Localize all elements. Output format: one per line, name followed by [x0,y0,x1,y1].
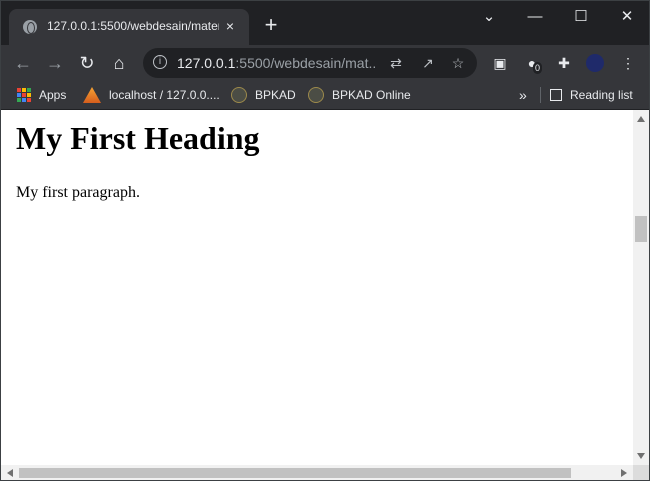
reading-list-label: Reading list [570,88,633,102]
scroll-up-arrow-icon[interactable] [637,116,645,122]
url-host: 127.0.0.1 [177,55,236,71]
address-bar[interactable]: i 127.0.0.1:5500/webdesain/mat... ⇄ ↗ ☆ [143,48,477,78]
xampp-icon [83,87,101,103]
share-icon[interactable]: ↗ [419,54,437,72]
bookmark-localhost[interactable]: localhost / 127.0.0.... [83,81,220,109]
close-tab-icon[interactable]: × [221,17,239,35]
menu-kebab-icon[interactable]: ⋮ [619,54,637,72]
globe-icon [23,20,37,34]
profile-avatar[interactable] [586,54,604,72]
bookmark-localhost-label: localhost / 127.0.0.... [109,88,220,102]
forward-button[interactable]: → [43,51,67,75]
reading-list-button[interactable]: Reading list [550,81,633,109]
close-window-button[interactable]: ✕ [610,7,644,27]
new-tab-button[interactable]: + [261,14,281,36]
bookmark-bpkad-online-label: BPKAD Online [332,88,411,102]
back-button[interactable]: ← [11,51,35,75]
horizontal-scrollbar[interactable] [1,465,633,480]
scrollbar-corner [633,465,649,480]
browser-window: 127.0.0.1:5500/webdesain/materi × + ⌄ — … [0,0,650,481]
tab-active[interactable]: 127.0.0.1:5500/webdesain/materi × [9,9,249,45]
page-paragraph: My first paragraph. [16,184,140,201]
bpkad-logo-icon [231,87,247,103]
minimize-button[interactable]: — [518,7,552,27]
extension-badge: 0 [533,62,543,74]
bookmarks-overflow-button[interactable]: » [519,81,527,109]
translate-icon[interactable]: ⇄ [387,54,405,72]
page-heading: My First Heading [16,120,260,156]
page-content: My First Heading My first paragraph. [1,110,633,465]
bookmark-bpkad[interactable]: BPKAD [231,81,296,109]
maximize-button[interactable]: ☐ [564,7,598,27]
bookmark-star-icon[interactable]: ☆ [449,54,467,72]
tab-strip: 127.0.0.1:5500/webdesain/materi × + ⌄ — … [1,1,649,45]
tab-title: 127.0.0.1:5500/webdesain/materi [47,19,219,33]
scroll-right-arrow-icon[interactable] [621,469,627,477]
extension-2-icon[interactable]: ● 0 [523,54,543,74]
site-info-icon[interactable]: i [153,55,167,69]
tab-search-icon[interactable]: ⌄ [472,7,506,27]
bookmark-apps-label: Apps [39,88,67,102]
reading-list-icon [550,89,562,101]
bookmark-apps[interactable]: Apps [17,81,66,109]
bookmark-bpkad-label: BPKAD [255,88,296,102]
horizontal-scroll-thumb[interactable] [19,468,571,478]
scroll-left-arrow-icon[interactable] [7,469,13,477]
page-viewport: My First Heading My first paragraph. [1,110,649,480]
vertical-scroll-thumb[interactable] [635,216,647,242]
navigation-toolbar: ← → ↻ ⌂ i 127.0.0.1:5500/webdesain/mat..… [1,45,649,81]
reload-button[interactable]: ↻ [75,51,99,75]
url-path: :5500/webdesain/mat... [235,55,377,71]
bookmark-bpkad-online[interactable]: BPKAD Online [308,81,411,109]
url-text[interactable]: 127.0.0.1:5500/webdesain/mat... [177,55,377,71]
extension-1-icon[interactable]: ▣ [491,54,509,72]
vertical-scrollbar[interactable] [633,110,649,465]
apps-grid-icon [17,88,31,102]
bookmarks-bar: Apps localhost / 127.0.0.... BPKAD BPKAD… [1,81,649,110]
scroll-down-arrow-icon[interactable] [637,453,645,459]
home-button[interactable]: ⌂ [107,51,131,75]
bpkad-online-logo-icon [308,87,324,103]
extensions-puzzle-icon[interactable]: ✚ [555,54,573,72]
bookmarks-separator [540,87,541,103]
